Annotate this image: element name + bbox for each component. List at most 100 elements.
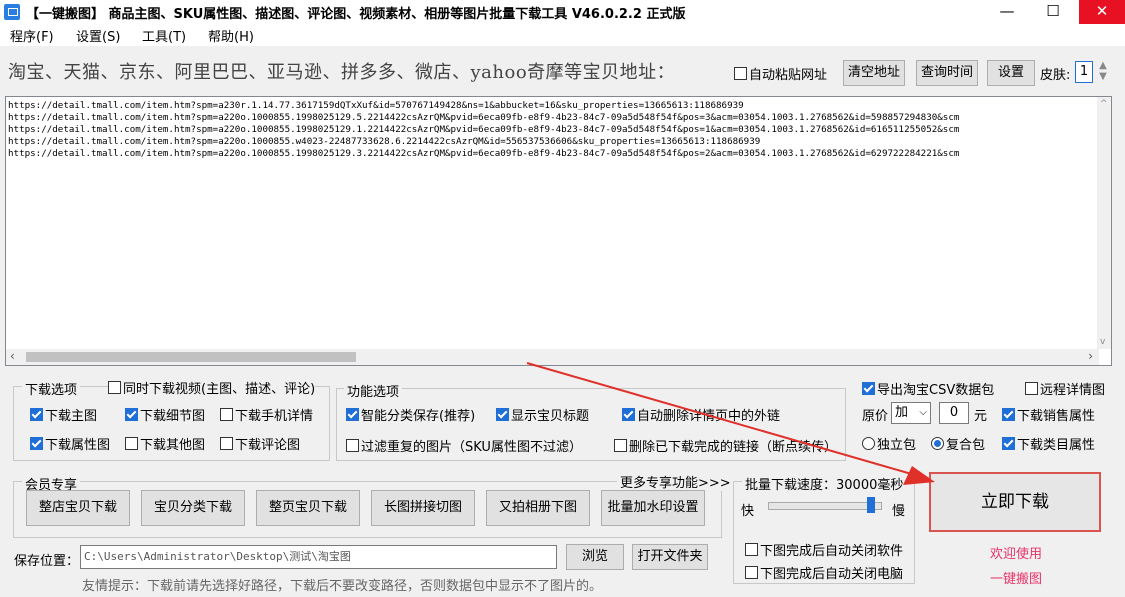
url-textarea[interactable]: https://detail.tmall.com/item.htm?spm=a2… <box>5 96 1112 366</box>
download-options-title: 下载选项 <box>22 379 81 398</box>
url-line: https://detail.tmall.com/item.htm?spm=a2… <box>8 112 960 123</box>
speed-title: 批量下载速度：30000毫秒 <box>742 474 907 493</box>
show-title-checkbox[interactable]: 显示宝贝标题 <box>496 405 589 424</box>
menu-tools[interactable]: 工具(T) <box>142 26 186 45</box>
checkbox-checked-icon <box>346 408 359 421</box>
checkbox-checked-icon <box>1002 437 1015 450</box>
url-line: https://detail.tmall.com/item.htm?spm=a2… <box>8 124 960 135</box>
close-icon[interactable]: ✕ <box>1079 0 1125 24</box>
vertical-scrollbar[interactable]: ^ v <box>1097 97 1111 349</box>
menu-help[interactable]: 帮助(H) <box>208 26 254 45</box>
export-csv-checkbox[interactable]: 导出淘宝CSV数据包 <box>862 379 994 398</box>
save-path-input[interactable]: C:\Users\Administrator\Desktop\测试\淘宝图 <box>80 545 557 569</box>
auto-paste-checkbox[interactable]: 自动粘贴网址 <box>734 64 827 83</box>
sales-attr-checkbox[interactable]: 下载销售属性 <box>1002 405 1095 424</box>
url-label: 淘宝、天猫、京东、阿里巴巴、亚马逊、拼多多、微店、yahoo奇摩等宝贝地址： <box>8 62 676 83</box>
more-features-link[interactable]: 更多专享功能>>> <box>617 472 734 491</box>
single-package-radio[interactable]: 独立包 <box>862 434 916 453</box>
long-image-stitch-button[interactable]: 长图拼接切图 <box>371 490 475 526</box>
url-line: https://detail.tmall.com/item.htm?spm=a2… <box>8 148 960 159</box>
checkbox-checked-icon <box>862 382 875 395</box>
combined-package-radio[interactable]: 复合包 <box>931 434 985 453</box>
price-operator-select[interactable]: 加 ⌵ <box>891 402 931 424</box>
filter-duplicates-checkbox[interactable]: 过滤重复的图片（SKU属性图不过滤） <box>346 436 582 455</box>
welcome-text: 欢迎使用 <box>990 547 1043 562</box>
minimize-icon[interactable]: — <box>984 0 1030 24</box>
category-attr-label: 下载类目属性 <box>1017 438 1096 453</box>
auto-delete-links-checkbox[interactable]: 自动删除详情页中的外链 <box>622 405 780 424</box>
download-review-image-checkbox[interactable]: 下载评论图 <box>220 434 300 453</box>
radio-selected-icon <box>931 437 944 450</box>
checkbox-checked-icon <box>1002 408 1015 421</box>
price-unit-label: 元 <box>974 409 988 424</box>
speed-slider-thumb[interactable] <box>866 497 875 513</box>
radio-icon <box>862 437 875 450</box>
download-main-image-checkbox[interactable]: 下载主图 <box>30 405 97 424</box>
window-title: 【一键搬图】 商品主图、SKU属性图、描述图、评论图、视频素材、相册等图片批量下… <box>26 7 686 22</box>
download-other-image-checkbox[interactable]: 下载其他图 <box>125 434 205 453</box>
clear-address-button[interactable]: 清空地址 <box>843 60 905 86</box>
checkbox-checked-icon <box>30 408 43 421</box>
auto-shutdown-checkbox[interactable]: 下图完成后自动关闭电脑 <box>745 563 903 582</box>
download-attr-image-label: 下载属性图 <box>45 438 111 453</box>
category-attr-checkbox[interactable]: 下载类目属性 <box>1002 434 1095 453</box>
menu-program[interactable]: 程序(F) <box>10 26 54 45</box>
menu-settings[interactable]: 设置(S) <box>76 26 120 45</box>
skin-label: 皮肤: <box>1040 68 1071 83</box>
auto-paste-label: 自动粘贴网址 <box>749 68 828 83</box>
whole-store-download-button[interactable]: 整店宝贝下载 <box>26 490 130 526</box>
download-now-button[interactable]: 立即下载 <box>929 472 1101 532</box>
smart-save-label: 智能分类保存(推荐) <box>361 409 476 424</box>
horizontal-scrollbar[interactable]: ‹ › <box>6 349 1099 365</box>
checkbox-icon <box>1025 382 1038 395</box>
scroll-down-icon[interactable]: v <box>1100 337 1105 347</box>
delete-done-links-checkbox[interactable]: 删除已下载完成的链接（断点续传） <box>614 436 837 455</box>
download-detail-image-label: 下载细节图 <box>140 409 206 424</box>
download-video-checkbox[interactable]: 同时下载视频(主图、描述、评论) <box>108 378 316 397</box>
filter-duplicates-label: 过滤重复的图片（SKU属性图不过滤） <box>361 440 582 455</box>
checkbox-checked-icon <box>622 408 635 421</box>
welcome-app-name: 一键搬图 <box>990 572 1043 587</box>
friendly-tip: 友情提示：下载前请先选择好路径，下载后不要改变路径，否则数据包中显示不了图片的。 <box>82 579 603 594</box>
auto-close-app-checkbox[interactable]: 下图完成后自动关闭软件 <box>745 540 903 559</box>
remote-detail-checkbox[interactable]: 远程详情图 <box>1025 379 1105 398</box>
maximize-icon[interactable]: ☐ <box>1030 0 1076 24</box>
checkbox-icon <box>108 381 121 394</box>
speed-slider-track[interactable] <box>768 502 882 510</box>
skin-spinner[interactable]: ▲ ▼ <box>1097 60 1109 84</box>
app-icon <box>4 4 20 20</box>
scroll-left-icon[interactable]: ‹ <box>10 349 15 363</box>
download-review-image-label: 下载评论图 <box>235 438 301 453</box>
checkbox-icon <box>745 543 758 556</box>
whole-page-download-button[interactable]: 整页宝贝下载 <box>256 490 360 526</box>
query-time-button[interactable]: 查询时间 <box>916 60 978 86</box>
skin-input[interactable]: 1 <box>1075 61 1093 83</box>
menu-bar: 程序(F) 设置(S) 工具(T) 帮助(H) <box>0 24 1125 46</box>
download-attr-image-checkbox[interactable]: 下载属性图 <box>30 434 110 453</box>
export-csv-label: 导出淘宝CSV数据包 <box>877 383 995 398</box>
price-value-input[interactable]: 0 <box>939 402 969 424</box>
download-main-image-label: 下载主图 <box>45 409 98 424</box>
remote-detail-label: 远程详情图 <box>1040 383 1106 398</box>
auto-shutdown-label: 下图完成后自动关闭电脑 <box>760 567 904 582</box>
smart-save-checkbox[interactable]: 智能分类保存(推荐) <box>346 405 475 424</box>
price-operator-value: 加 <box>895 405 909 420</box>
scroll-up-icon[interactable]: ^ <box>1100 99 1108 109</box>
download-detail-image-checkbox[interactable]: 下载细节图 <box>125 405 205 424</box>
upyun-album-download-button[interactable]: 又拍相册下图 <box>486 490 590 526</box>
sales-attr-label: 下载销售属性 <box>1017 409 1096 424</box>
auto-close-app-label: 下图完成后自动关闭软件 <box>760 544 904 559</box>
horizontal-scroll-thumb[interactable] <box>26 352 356 362</box>
checkbox-icon <box>346 439 359 452</box>
scroll-right-icon[interactable]: › <box>1088 349 1093 363</box>
checkbox-checked-icon <box>496 408 509 421</box>
settings-button[interactable]: 设置 <box>987 60 1035 86</box>
category-download-button[interactable]: 宝贝分类下载 <box>141 490 245 526</box>
batch-watermark-button[interactable]: 批量加水印设置 <box>601 490 705 526</box>
browse-button[interactable]: 浏览 <box>566 544 624 570</box>
open-folder-button[interactable]: 打开文件夹 <box>632 544 708 570</box>
download-mobile-detail-checkbox[interactable]: 下载手机详情 <box>220 405 313 424</box>
url-line: https://detail.tmall.com/item.htm?spm=a2… <box>8 100 744 111</box>
checkbox-icon <box>125 437 138 450</box>
checkbox-icon <box>220 408 233 421</box>
